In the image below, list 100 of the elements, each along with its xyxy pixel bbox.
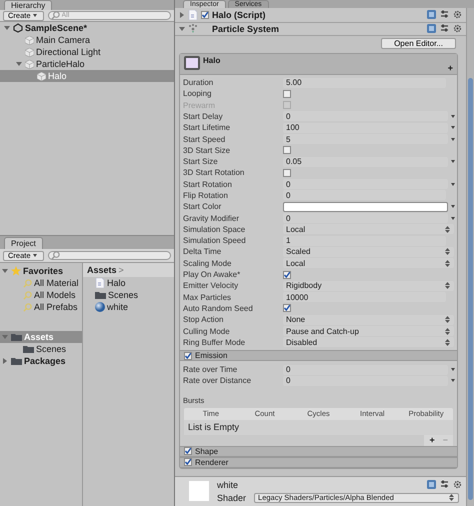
dropdown-arrows-icon xyxy=(445,248,450,256)
tree-item[interactable]: Packages xyxy=(0,355,82,367)
expand-arrow-icon[interactable] xyxy=(2,268,8,274)
add-module-button[interactable]: + xyxy=(448,62,453,73)
tree-item[interactable]: Favorites xyxy=(0,265,82,277)
number-field[interactable]: 100 xyxy=(283,122,448,133)
dropdown-arrows-icon xyxy=(445,260,450,267)
open-editor-button[interactable]: Open Editor... xyxy=(381,38,456,49)
number-field[interactable]: 1 xyxy=(283,236,446,246)
property-label: Ring Buffer Mode xyxy=(183,338,246,347)
module-checkbox[interactable] xyxy=(184,458,192,466)
caret-icon[interactable] xyxy=(451,160,455,164)
tree-item[interactable]: All Material xyxy=(0,277,82,289)
item-label: All Models xyxy=(34,290,76,300)
file-item[interactable]: Halo xyxy=(83,277,174,289)
number-field[interactable]: 0 xyxy=(283,213,448,224)
module-checkbox[interactable] xyxy=(184,352,192,360)
module-title[interactable]: Shape xyxy=(195,446,218,456)
number-field[interactable]: 5.00 xyxy=(283,78,446,88)
expand-arrow-icon[interactable] xyxy=(4,25,10,31)
number-field[interactable]: 0 xyxy=(283,376,448,386)
add-button[interactable]: + xyxy=(429,435,435,446)
caret-icon[interactable] xyxy=(451,379,455,382)
checkbox[interactable] xyxy=(283,304,291,312)
property-label: Rate over Distance xyxy=(183,376,252,386)
property-label: Looping xyxy=(183,89,212,98)
checkbox[interactable] xyxy=(283,270,291,279)
number-field[interactable]: 0 xyxy=(283,179,448,190)
dropdown[interactable]: None xyxy=(283,314,454,325)
number-field[interactable]: 10000 xyxy=(283,292,446,302)
tree-item[interactable]: Main Camera xyxy=(0,34,174,46)
item-label: Favorites xyxy=(23,266,64,276)
file-item[interactable]: white xyxy=(83,301,174,313)
checkbox[interactable] xyxy=(283,168,291,177)
caret-icon[interactable] xyxy=(451,126,455,130)
dropdown-arrows-icon xyxy=(445,316,450,324)
shader-label: Shader xyxy=(217,492,246,503)
number-field[interactable]: 5 xyxy=(283,134,448,144)
scrollbar[interactable] xyxy=(466,8,474,506)
module-title[interactable]: Renderer xyxy=(195,458,228,467)
dropdown[interactable]: Rigidbody xyxy=(283,280,454,291)
property-label: Start Speed xyxy=(183,134,226,144)
caret-icon[interactable] xyxy=(451,114,455,118)
dropdown[interactable]: Pause and Catch-up xyxy=(283,326,454,336)
help-icon[interactable] xyxy=(427,480,436,490)
component-title: Halo (Script) xyxy=(212,10,266,20)
number-field[interactable]: 0 xyxy=(283,364,448,375)
file-item[interactable]: Scenes xyxy=(83,289,174,301)
tree-item[interactable]: Scenes xyxy=(0,343,82,355)
caret-icon[interactable] xyxy=(451,216,455,220)
tree-item[interactable]: Directional Light xyxy=(0,46,174,58)
property-label: Delta Time xyxy=(183,247,222,256)
caret-icon[interactable] xyxy=(32,254,37,257)
color-field[interactable] xyxy=(283,202,448,212)
empty-list-text: List is Empty xyxy=(188,422,240,432)
caret-icon[interactable] xyxy=(451,205,455,208)
tree-item[interactable]: ParticleHalo xyxy=(0,58,174,70)
tree-item[interactable]: SampleScene* xyxy=(0,22,174,34)
collapse-arrow-icon[interactable] xyxy=(179,12,185,18)
folder-icon xyxy=(11,333,22,341)
preset-icon[interactable] xyxy=(440,480,449,490)
number-field[interactable]: 0.05 xyxy=(283,156,448,167)
property-label: Gravity Modifier xyxy=(183,214,240,223)
enable-checkbox[interactable] xyxy=(201,10,209,19)
property-label: Emitter Velocity xyxy=(183,281,240,290)
tree-item[interactable]: All Models xyxy=(0,289,82,301)
project-tab[interactable]: Project xyxy=(4,237,43,249)
caret-icon[interactable] xyxy=(451,182,455,186)
item-label: All Prefabs xyxy=(34,302,78,312)
caret-icon[interactable] xyxy=(451,368,455,372)
expand-arrow-icon[interactable] xyxy=(16,61,22,67)
search-field[interactable] xyxy=(48,251,171,260)
item-label: All Material xyxy=(34,278,79,288)
expand-arrow-icon[interactable] xyxy=(179,26,185,32)
preset-icon[interactable] xyxy=(440,24,449,34)
settings-icon[interactable] xyxy=(453,480,462,490)
checkbox[interactable] xyxy=(283,146,291,154)
tree-item[interactable]: All Prefabs xyxy=(0,301,82,313)
property-label: 3D Start Size xyxy=(183,146,232,155)
checkbox[interactable] xyxy=(283,90,291,98)
number-field[interactable]: 0 xyxy=(283,111,448,122)
search-icon xyxy=(23,290,32,300)
caret-icon[interactable] xyxy=(451,138,455,140)
module-checkbox[interactable] xyxy=(184,447,192,456)
cube-icon xyxy=(25,48,34,56)
search-icon xyxy=(23,302,32,312)
dropdown[interactable]: Local xyxy=(283,258,454,268)
collapse-arrow-icon[interactable] xyxy=(2,358,8,364)
breadcrumb[interactable]: Assets xyxy=(87,265,117,275)
dropdown[interactable]: Disabled xyxy=(283,337,454,348)
folder-icon xyxy=(95,291,106,299)
number-field[interactable]: 0 xyxy=(283,190,446,200)
preset-icon[interactable] xyxy=(440,10,449,20)
property-label: Culling Mode xyxy=(183,326,231,336)
dropdown[interactable]: Local xyxy=(283,224,454,234)
item-label: Main Camera xyxy=(36,35,90,45)
hierarchy-tab[interactable]: Hierarchy xyxy=(4,0,52,10)
caret-icon[interactable] xyxy=(32,14,37,17)
module-title[interactable]: Emission xyxy=(195,351,228,360)
dropdown[interactable]: Scaled xyxy=(283,246,454,257)
